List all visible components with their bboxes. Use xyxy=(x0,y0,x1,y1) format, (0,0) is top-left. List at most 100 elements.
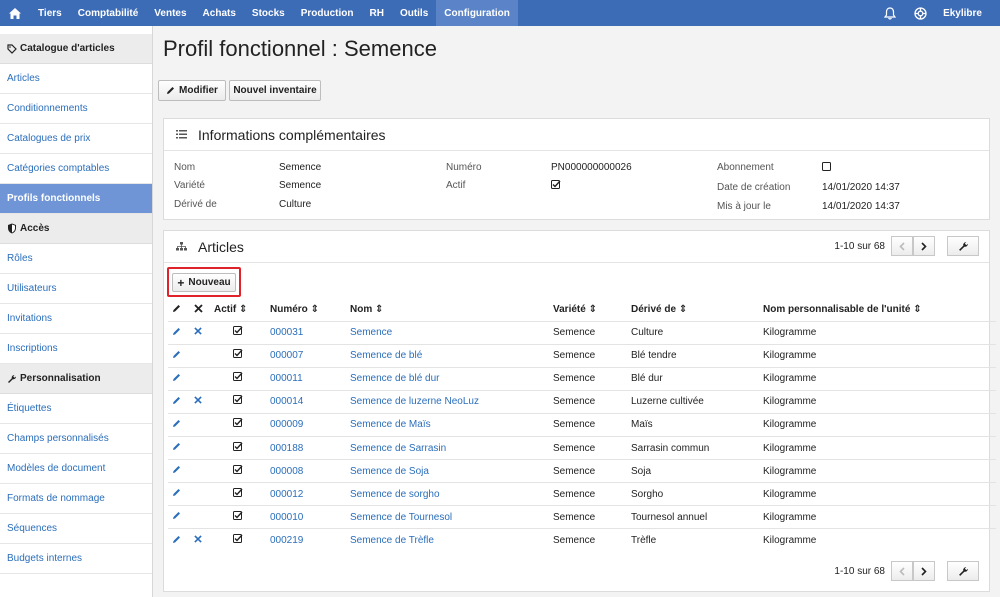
variete-value: Semence xyxy=(279,180,322,191)
sidebar-item-utilisateurs[interactable]: Utilisateurs xyxy=(0,274,152,304)
numero-cell[interactable]: 000010 xyxy=(266,505,346,529)
sidebar-item-profils-fonctionnels[interactable]: Profils fonctionnels xyxy=(0,184,152,214)
numero-cell[interactable]: 000031 xyxy=(266,320,346,345)
nom-link[interactable]: Semence de Trèfle xyxy=(350,535,434,546)
nom-cell[interactable]: Semence de blé dur xyxy=(346,366,549,391)
nom-cell[interactable]: Semence de Maïs xyxy=(346,412,549,437)
edit-row-button[interactable] xyxy=(168,482,190,506)
help-button[interactable] xyxy=(905,0,935,26)
delete-icon[interactable] xyxy=(194,535,202,546)
nom-cell[interactable]: Semence de blé xyxy=(346,343,549,368)
edit-row-button[interactable] xyxy=(168,505,190,529)
nav-stocks[interactable]: Stocks xyxy=(244,0,293,26)
edit-row-button[interactable] xyxy=(168,389,190,414)
numero-cell[interactable]: 000008 xyxy=(266,459,346,483)
sidebar-item-roles[interactable]: Rôles xyxy=(0,244,152,274)
prev-page-button[interactable] xyxy=(891,561,913,581)
edit-row-button[interactable] xyxy=(168,435,190,460)
nom-cell[interactable]: Semence xyxy=(346,320,549,345)
nom-cell[interactable]: Semence de Soja xyxy=(346,459,549,483)
numero-link[interactable]: 000009 xyxy=(270,419,303,430)
nav-rh[interactable]: RH xyxy=(361,0,391,26)
delete-row-cell[interactable] xyxy=(190,389,210,414)
nav-configuration[interactable]: Configuration xyxy=(436,0,518,26)
edit-row-button[interactable] xyxy=(168,412,190,437)
nav-achats[interactable]: Achats xyxy=(195,0,244,26)
sidebar-item-budgets-internes[interactable]: Budgets internes xyxy=(0,544,152,574)
next-page-button[interactable] xyxy=(913,561,935,581)
nav-comptabilite[interactable]: Comptabilité xyxy=(70,0,147,26)
col-numero[interactable]: Numéro ⇕ xyxy=(266,299,346,321)
nom-link[interactable]: Semence de Maïs xyxy=(350,419,431,430)
nom-link[interactable]: Semence de luzerne NeoLuz xyxy=(350,396,479,407)
delete-icon[interactable] xyxy=(194,327,202,338)
sidebar-item-sequences[interactable]: Séquences xyxy=(0,514,152,544)
sidebar-item-champs-personnalises[interactable]: Champs personnalisés xyxy=(0,424,152,454)
delete-row-cell[interactable] xyxy=(190,528,210,552)
sidebar-item-invitations[interactable]: Invitations xyxy=(0,304,152,334)
nav-tiers[interactable]: Tiers xyxy=(30,0,70,26)
nom-link[interactable]: Semence de Sarrasin xyxy=(350,443,446,454)
sidebar-item-articles[interactable]: Articles xyxy=(0,64,152,94)
new-inventory-button[interactable]: Nouvel inventaire xyxy=(229,80,321,101)
nom-cell[interactable]: Semence de Tournesol xyxy=(346,505,549,529)
numero-link[interactable]: 000219 xyxy=(270,535,303,546)
edit-row-button[interactable] xyxy=(168,320,190,345)
numero-cell[interactable]: 000007 xyxy=(266,343,346,368)
numero-cell[interactable]: 000011 xyxy=(266,366,346,391)
col-derive[interactable]: Dérivé de ⇕ xyxy=(627,299,759,321)
sidebar-item-modeles-de-document[interactable]: Modèles de document xyxy=(0,454,152,484)
sidebar-item-conditionnements[interactable]: Conditionnements xyxy=(0,94,152,124)
nom-link[interactable]: Semence de sorgho xyxy=(350,489,440,500)
numero-cell[interactable]: 000188 xyxy=(266,435,346,460)
numero-cell[interactable]: 000012 xyxy=(266,482,346,506)
col-nom[interactable]: Nom ⇕ xyxy=(346,299,549,321)
modify-button[interactable]: Modifier xyxy=(158,80,226,101)
delete-icon[interactable] xyxy=(194,396,202,407)
next-page-button[interactable] xyxy=(913,236,935,256)
edit-row-button[interactable] xyxy=(168,343,190,368)
sidebar-item-categories-comptables[interactable]: Catégories comptables xyxy=(0,154,152,184)
sidebar-item-inscriptions[interactable]: Inscriptions xyxy=(0,334,152,364)
nom-link[interactable]: Semence xyxy=(350,327,392,338)
nom-cell[interactable]: Semence de luzerne NeoLuz xyxy=(346,389,549,414)
numero-link[interactable]: 000031 xyxy=(270,327,303,338)
col-variete-label: Variété xyxy=(553,304,586,316)
nom-cell[interactable]: Semence de sorgho xyxy=(346,482,549,506)
edit-row-button[interactable] xyxy=(168,459,190,483)
nav-ventes[interactable]: Ventes xyxy=(146,0,194,26)
numero-link[interactable]: 000010 xyxy=(270,512,303,523)
col-unite[interactable]: Nom personnalisable de l'unité ⇕ xyxy=(759,299,996,321)
numero-link[interactable]: 000008 xyxy=(270,466,303,477)
user-menu[interactable]: Ekylibre xyxy=(935,0,1000,26)
edit-row-button[interactable] xyxy=(168,366,190,391)
numero-link[interactable]: 000011 xyxy=(270,373,303,384)
nom-link[interactable]: Semence de blé dur xyxy=(350,373,440,384)
sidebar-item-catalogues-de-prix[interactable]: Catalogues de prix xyxy=(0,124,152,154)
numero-cell[interactable]: 000009 xyxy=(266,412,346,437)
numero-link[interactable]: 000014 xyxy=(270,396,303,407)
edit-row-button[interactable] xyxy=(168,528,190,552)
notifications-button[interactable] xyxy=(875,0,905,26)
delete-row-cell[interactable] xyxy=(190,320,210,345)
prev-page-button[interactable] xyxy=(891,236,913,256)
nom-cell[interactable]: Semence de Trèfle xyxy=(346,528,549,552)
home-button[interactable] xyxy=(0,0,30,26)
nom-link[interactable]: Semence de Soja xyxy=(350,466,429,477)
table-settings-button[interactable] xyxy=(947,561,979,581)
nav-production[interactable]: Production xyxy=(293,0,362,26)
table-settings-button[interactable] xyxy=(947,236,979,256)
nom-link[interactable]: Semence de Tournesol xyxy=(350,512,452,523)
col-variete[interactable]: Variété ⇕ xyxy=(549,299,627,321)
col-actif[interactable]: Actif ⇕ xyxy=(210,299,266,321)
nom-cell[interactable]: Semence de Sarrasin xyxy=(346,435,549,460)
numero-link[interactable]: 000012 xyxy=(270,489,303,500)
nom-link[interactable]: Semence de blé xyxy=(350,350,422,361)
numero-link[interactable]: 000188 xyxy=(270,443,303,454)
nav-outils[interactable]: Outils xyxy=(392,0,436,26)
numero-cell[interactable]: 000014 xyxy=(266,389,346,414)
sidebar-item-formats-de-nommage[interactable]: Formats de nommage xyxy=(0,484,152,514)
sidebar-item-etiquettes[interactable]: Étiquettes xyxy=(0,394,152,424)
numero-link[interactable]: 000007 xyxy=(270,350,303,361)
numero-cell[interactable]: 000219 xyxy=(266,528,346,552)
